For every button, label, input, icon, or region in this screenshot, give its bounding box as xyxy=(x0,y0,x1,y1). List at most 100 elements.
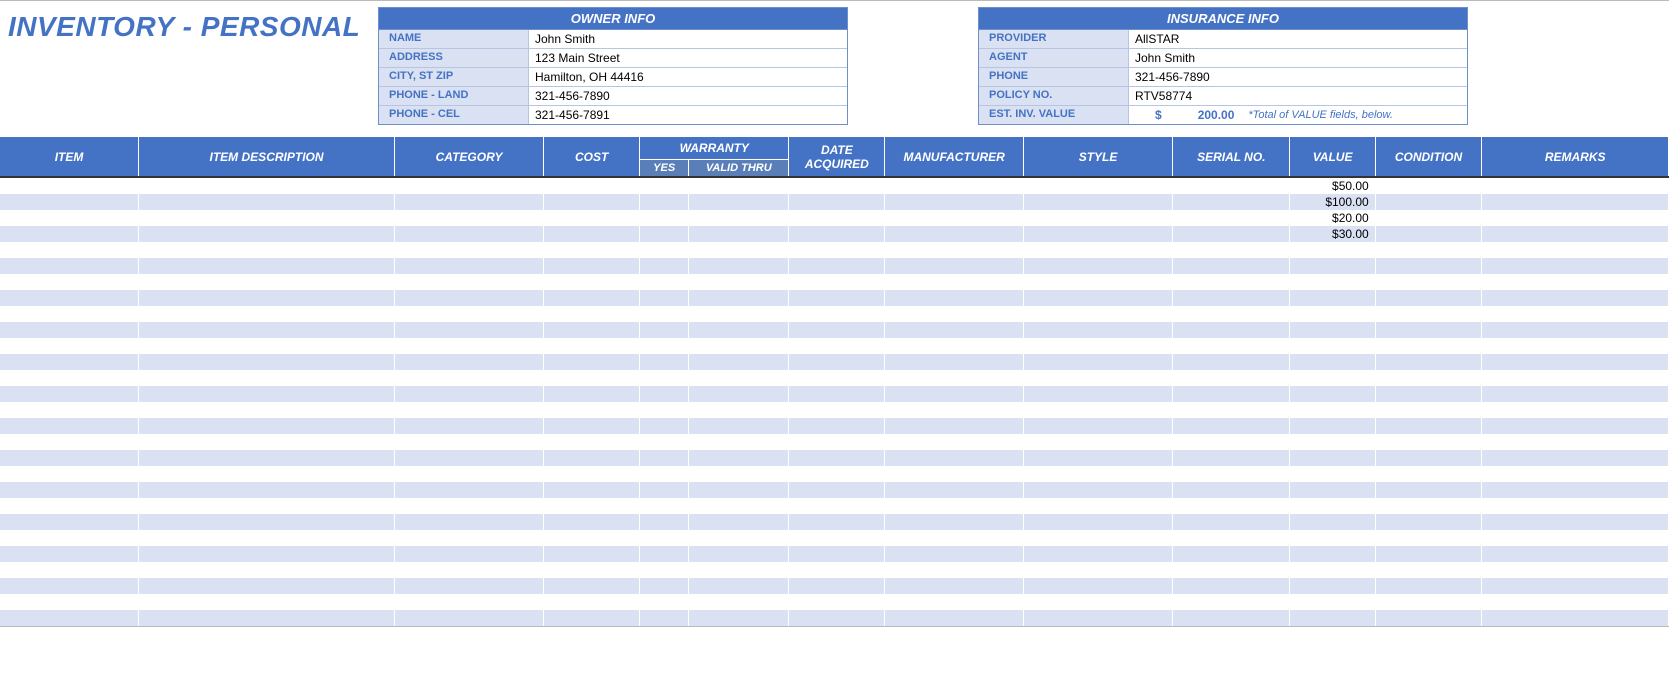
cell-cond[interactable] xyxy=(1375,306,1482,322)
cell-date[interactable] xyxy=(789,226,885,242)
cell-mfr[interactable] xyxy=(885,418,1024,434)
cell-wyes[interactable] xyxy=(640,226,689,242)
table-row[interactable] xyxy=(0,402,1669,418)
cell-cond[interactable] xyxy=(1375,594,1482,610)
cell-mfr[interactable] xyxy=(885,258,1024,274)
cell-wyes[interactable] xyxy=(640,450,689,466)
cell-date[interactable] xyxy=(789,594,885,610)
cell-date[interactable] xyxy=(789,194,885,210)
cell-serial[interactable] xyxy=(1173,322,1290,338)
cell-cond[interactable] xyxy=(1375,194,1482,210)
cell-remarks[interactable] xyxy=(1482,466,1669,482)
cell-serial[interactable] xyxy=(1173,434,1290,450)
cell-serial[interactable] xyxy=(1173,258,1290,274)
cell-cost[interactable] xyxy=(544,434,640,450)
cell-mfr[interactable] xyxy=(885,562,1024,578)
cell-cond[interactable] xyxy=(1375,290,1482,306)
cell-wthru[interactable] xyxy=(689,306,789,322)
cell-cond[interactable] xyxy=(1375,402,1482,418)
cell-wthru[interactable] xyxy=(689,226,789,242)
cell-cond[interactable] xyxy=(1375,514,1482,530)
cell-mfr[interactable] xyxy=(885,450,1024,466)
owner-info-value[interactable]: Hamilton, OH 44416 xyxy=(529,68,847,86)
table-row[interactable] xyxy=(0,610,1669,626)
cell-wyes[interactable] xyxy=(640,546,689,562)
cell-desc[interactable] xyxy=(139,434,395,450)
cell-date[interactable] xyxy=(789,562,885,578)
table-row[interactable] xyxy=(0,434,1669,450)
cell-wyes[interactable] xyxy=(640,177,689,194)
cell-remarks[interactable] xyxy=(1482,610,1669,626)
cell-cond[interactable] xyxy=(1375,498,1482,514)
table-row[interactable] xyxy=(0,338,1669,354)
cell-item[interactable] xyxy=(0,258,139,274)
cell-remarks[interactable] xyxy=(1482,482,1669,498)
cell-date[interactable] xyxy=(789,514,885,530)
cell-cost[interactable] xyxy=(544,610,640,626)
cell-cond[interactable] xyxy=(1375,177,1482,194)
col-manufacturer[interactable]: MANUFACTURER xyxy=(885,137,1024,177)
cell-serial[interactable] xyxy=(1173,514,1290,530)
cell-remarks[interactable] xyxy=(1482,258,1669,274)
cell-style[interactable] xyxy=(1023,242,1172,258)
cell-wthru[interactable] xyxy=(689,338,789,354)
cell-mfr[interactable] xyxy=(885,402,1024,418)
cell-serial[interactable] xyxy=(1173,562,1290,578)
cell-style[interactable] xyxy=(1023,274,1172,290)
cell-date[interactable] xyxy=(789,434,885,450)
col-cost[interactable]: COST xyxy=(544,137,640,177)
cell-date[interactable] xyxy=(789,322,885,338)
cell-desc[interactable] xyxy=(139,322,395,338)
cell-remarks[interactable] xyxy=(1482,546,1669,562)
cell-mfr[interactable] xyxy=(885,578,1024,594)
cell-cat[interactable] xyxy=(394,514,543,530)
table-row[interactable] xyxy=(0,274,1669,290)
cell-cat[interactable] xyxy=(394,594,543,610)
cell-value[interactable] xyxy=(1290,242,1375,258)
cell-cost[interactable] xyxy=(544,466,640,482)
cell-value[interactable] xyxy=(1290,578,1375,594)
cell-cat[interactable] xyxy=(394,546,543,562)
owner-info-value[interactable]: John Smith xyxy=(529,30,847,48)
cell-desc[interactable] xyxy=(139,177,395,194)
col-condition[interactable]: CONDITION xyxy=(1375,137,1482,177)
cell-value[interactable] xyxy=(1290,594,1375,610)
cell-wyes[interactable] xyxy=(640,418,689,434)
cell-cond[interactable] xyxy=(1375,418,1482,434)
cell-wyes[interactable] xyxy=(640,290,689,306)
cell-wyes[interactable] xyxy=(640,482,689,498)
col-style[interactable]: STYLE xyxy=(1023,137,1172,177)
cell-remarks[interactable] xyxy=(1482,354,1669,370)
cell-serial[interactable] xyxy=(1173,610,1290,626)
cell-cond[interactable] xyxy=(1375,530,1482,546)
table-row[interactable] xyxy=(0,354,1669,370)
cell-wyes[interactable] xyxy=(640,514,689,530)
cell-wthru[interactable] xyxy=(689,322,789,338)
cell-wyes[interactable] xyxy=(640,354,689,370)
table-row[interactable]: $50.00 xyxy=(0,177,1669,194)
cell-wthru[interactable] xyxy=(689,370,789,386)
cell-cat[interactable] xyxy=(394,290,543,306)
cell-cost[interactable] xyxy=(544,210,640,226)
cell-style[interactable] xyxy=(1023,386,1172,402)
cell-cost[interactable] xyxy=(544,402,640,418)
cell-desc[interactable] xyxy=(139,578,395,594)
cell-item[interactable] xyxy=(0,370,139,386)
cell-value[interactable] xyxy=(1290,258,1375,274)
cell-mfr[interactable] xyxy=(885,322,1024,338)
cell-remarks[interactable] xyxy=(1482,242,1669,258)
cell-value[interactable] xyxy=(1290,290,1375,306)
cell-wyes[interactable] xyxy=(640,242,689,258)
col-date-acquired[interactable]: DATE ACQUIRED xyxy=(789,137,885,177)
cell-serial[interactable] xyxy=(1173,546,1290,562)
cell-wthru[interactable] xyxy=(689,578,789,594)
cell-wyes[interactable] xyxy=(640,498,689,514)
cell-cost[interactable] xyxy=(544,370,640,386)
cell-remarks[interactable] xyxy=(1482,386,1669,402)
cell-wthru[interactable] xyxy=(689,210,789,226)
cell-mfr[interactable] xyxy=(885,210,1024,226)
cell-remarks[interactable] xyxy=(1482,498,1669,514)
cell-date[interactable] xyxy=(789,338,885,354)
cell-mfr[interactable] xyxy=(885,338,1024,354)
cell-remarks[interactable] xyxy=(1482,514,1669,530)
